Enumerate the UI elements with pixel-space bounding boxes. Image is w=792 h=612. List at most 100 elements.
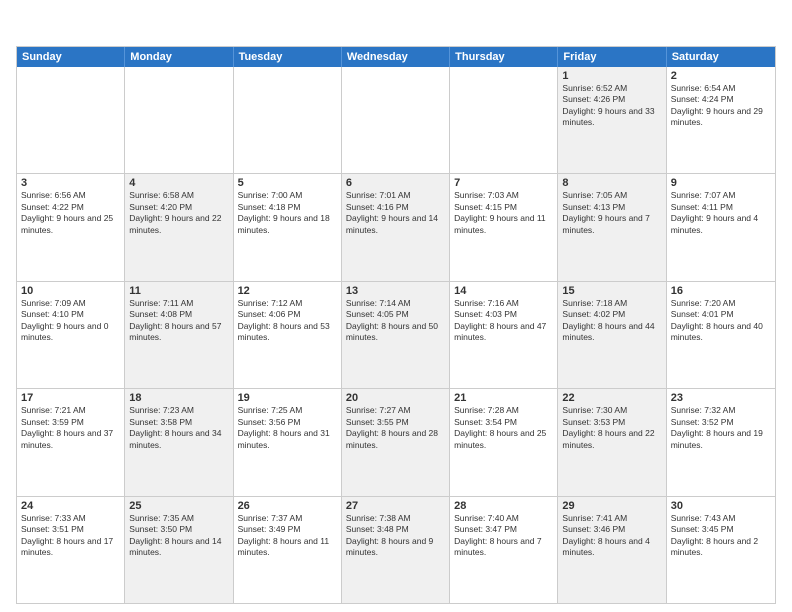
day-number: 7 xyxy=(454,177,553,189)
cell-info: Sunrise: 7:09 AMSunset: 4:10 PMDaylight:… xyxy=(21,298,120,344)
cell-info: Sunrise: 7:20 AMSunset: 4:01 PMDaylight:… xyxy=(671,298,771,344)
calendar-cell: 24Sunrise: 7:33 AMSunset: 3:51 PMDayligh… xyxy=(17,497,125,603)
calendar-cell: 21Sunrise: 7:28 AMSunset: 3:54 PMDayligh… xyxy=(450,389,558,495)
day-number: 23 xyxy=(671,392,771,404)
calendar-cell: 30Sunrise: 7:43 AMSunset: 3:45 PMDayligh… xyxy=(667,497,775,603)
calendar-row: 3Sunrise: 6:56 AMSunset: 4:22 PMDaylight… xyxy=(17,173,775,280)
cell-info: Sunrise: 7:28 AMSunset: 3:54 PMDaylight:… xyxy=(454,405,553,451)
cell-info: Sunrise: 7:25 AMSunset: 3:56 PMDaylight:… xyxy=(238,405,337,451)
day-number: 22 xyxy=(562,392,661,404)
calendar-cell: 26Sunrise: 7:37 AMSunset: 3:49 PMDayligh… xyxy=(234,497,342,603)
cell-info: Sunrise: 7:00 AMSunset: 4:18 PMDaylight:… xyxy=(238,190,337,236)
cell-info: Sunrise: 7:30 AMSunset: 3:53 PMDaylight:… xyxy=(562,405,661,451)
calendar-cell: 23Sunrise: 7:32 AMSunset: 3:52 PMDayligh… xyxy=(667,389,775,495)
day-number: 25 xyxy=(129,500,228,512)
header-cell: Thursday xyxy=(450,47,558,67)
cell-info: Sunrise: 7:23 AMSunset: 3:58 PMDaylight:… xyxy=(129,405,228,451)
cell-info: Sunrise: 6:56 AMSunset: 4:22 PMDaylight:… xyxy=(21,190,120,236)
calendar-cell xyxy=(17,67,125,173)
calendar: SundayMondayTuesdayWednesdayThursdayFrid… xyxy=(16,46,776,604)
cell-info: Sunrise: 7:18 AMSunset: 4:02 PMDaylight:… xyxy=(562,298,661,344)
day-number: 18 xyxy=(129,392,228,404)
cell-info: Sunrise: 6:58 AMSunset: 4:20 PMDaylight:… xyxy=(129,190,228,236)
day-number: 24 xyxy=(21,500,120,512)
calendar-cell: 7Sunrise: 7:03 AMSunset: 4:15 PMDaylight… xyxy=(450,174,558,280)
calendar-body: 1Sunrise: 6:52 AMSunset: 4:26 PMDaylight… xyxy=(17,67,775,603)
day-number: 27 xyxy=(346,500,445,512)
calendar-header: SundayMondayTuesdayWednesdayThursdayFrid… xyxy=(17,47,775,67)
cell-info: Sunrise: 6:54 AMSunset: 4:24 PMDaylight:… xyxy=(671,83,771,129)
logo xyxy=(16,12,44,40)
cell-info: Sunrise: 7:05 AMSunset: 4:13 PMDaylight:… xyxy=(562,190,661,236)
calendar-cell: 10Sunrise: 7:09 AMSunset: 4:10 PMDayligh… xyxy=(17,282,125,388)
header-cell: Tuesday xyxy=(234,47,342,67)
calendar-cell: 19Sunrise: 7:25 AMSunset: 3:56 PMDayligh… xyxy=(234,389,342,495)
day-number: 14 xyxy=(454,285,553,297)
day-number: 21 xyxy=(454,392,553,404)
day-number: 3 xyxy=(21,177,120,189)
day-number: 15 xyxy=(562,285,661,297)
header-cell: Friday xyxy=(558,47,666,67)
cell-info: Sunrise: 7:14 AMSunset: 4:05 PMDaylight:… xyxy=(346,298,445,344)
calendar-row: 1Sunrise: 6:52 AMSunset: 4:26 PMDaylight… xyxy=(17,67,775,173)
calendar-cell: 20Sunrise: 7:27 AMSunset: 3:55 PMDayligh… xyxy=(342,389,450,495)
calendar-cell: 14Sunrise: 7:16 AMSunset: 4:03 PMDayligh… xyxy=(450,282,558,388)
cell-info: Sunrise: 7:27 AMSunset: 3:55 PMDaylight:… xyxy=(346,405,445,451)
day-number: 1 xyxy=(562,70,661,82)
cell-info: Sunrise: 7:33 AMSunset: 3:51 PMDaylight:… xyxy=(21,513,120,559)
calendar-cell: 15Sunrise: 7:18 AMSunset: 4:02 PMDayligh… xyxy=(558,282,666,388)
day-number: 11 xyxy=(129,285,228,297)
day-number: 5 xyxy=(238,177,337,189)
day-number: 6 xyxy=(346,177,445,189)
calendar-cell: 22Sunrise: 7:30 AMSunset: 3:53 PMDayligh… xyxy=(558,389,666,495)
calendar-cell: 3Sunrise: 6:56 AMSunset: 4:22 PMDaylight… xyxy=(17,174,125,280)
cell-info: Sunrise: 7:16 AMSunset: 4:03 PMDaylight:… xyxy=(454,298,553,344)
day-number: 4 xyxy=(129,177,228,189)
day-number: 9 xyxy=(671,177,771,189)
calendar-cell xyxy=(125,67,233,173)
calendar-cell: 11Sunrise: 7:11 AMSunset: 4:08 PMDayligh… xyxy=(125,282,233,388)
cell-info: Sunrise: 7:35 AMSunset: 3:50 PMDaylight:… xyxy=(129,513,228,559)
calendar-cell: 16Sunrise: 7:20 AMSunset: 4:01 PMDayligh… xyxy=(667,282,775,388)
calendar-cell xyxy=(234,67,342,173)
calendar-cell: 4Sunrise: 6:58 AMSunset: 4:20 PMDaylight… xyxy=(125,174,233,280)
day-number: 29 xyxy=(562,500,661,512)
day-number: 13 xyxy=(346,285,445,297)
calendar-cell: 8Sunrise: 7:05 AMSunset: 4:13 PMDaylight… xyxy=(558,174,666,280)
header-cell: Sunday xyxy=(17,47,125,67)
calendar-cell xyxy=(342,67,450,173)
day-number: 26 xyxy=(238,500,337,512)
calendar-cell: 27Sunrise: 7:38 AMSunset: 3:48 PMDayligh… xyxy=(342,497,450,603)
header-cell: Wednesday xyxy=(342,47,450,67)
calendar-cell: 17Sunrise: 7:21 AMSunset: 3:59 PMDayligh… xyxy=(17,389,125,495)
header-cell: Monday xyxy=(125,47,233,67)
day-number: 16 xyxy=(671,285,771,297)
cell-info: Sunrise: 7:21 AMSunset: 3:59 PMDaylight:… xyxy=(21,405,120,451)
day-number: 8 xyxy=(562,177,661,189)
day-number: 28 xyxy=(454,500,553,512)
cell-info: Sunrise: 7:03 AMSunset: 4:15 PMDaylight:… xyxy=(454,190,553,236)
calendar-cell xyxy=(450,67,558,173)
calendar-row: 17Sunrise: 7:21 AMSunset: 3:59 PMDayligh… xyxy=(17,388,775,495)
calendar-cell: 12Sunrise: 7:12 AMSunset: 4:06 PMDayligh… xyxy=(234,282,342,388)
calendar-cell: 18Sunrise: 7:23 AMSunset: 3:58 PMDayligh… xyxy=(125,389,233,495)
calendar-cell: 13Sunrise: 7:14 AMSunset: 4:05 PMDayligh… xyxy=(342,282,450,388)
calendar-cell: 1Sunrise: 6:52 AMSunset: 4:26 PMDaylight… xyxy=(558,67,666,173)
cell-info: Sunrise: 7:07 AMSunset: 4:11 PMDaylight:… xyxy=(671,190,771,236)
page-header xyxy=(16,12,776,40)
cell-info: Sunrise: 7:41 AMSunset: 3:46 PMDaylight:… xyxy=(562,513,661,559)
day-number: 10 xyxy=(21,285,120,297)
logo-icon xyxy=(16,12,44,40)
cell-info: Sunrise: 7:11 AMSunset: 4:08 PMDaylight:… xyxy=(129,298,228,344)
calendar-row: 24Sunrise: 7:33 AMSunset: 3:51 PMDayligh… xyxy=(17,496,775,603)
cell-info: Sunrise: 6:52 AMSunset: 4:26 PMDaylight:… xyxy=(562,83,661,129)
cell-info: Sunrise: 7:38 AMSunset: 3:48 PMDaylight:… xyxy=(346,513,445,559)
cell-info: Sunrise: 7:01 AMSunset: 4:16 PMDaylight:… xyxy=(346,190,445,236)
day-number: 20 xyxy=(346,392,445,404)
day-number: 19 xyxy=(238,392,337,404)
day-number: 2 xyxy=(671,70,771,82)
day-number: 12 xyxy=(238,285,337,297)
cell-info: Sunrise: 7:37 AMSunset: 3:49 PMDaylight:… xyxy=(238,513,337,559)
calendar-cell: 5Sunrise: 7:00 AMSunset: 4:18 PMDaylight… xyxy=(234,174,342,280)
day-number: 30 xyxy=(671,500,771,512)
